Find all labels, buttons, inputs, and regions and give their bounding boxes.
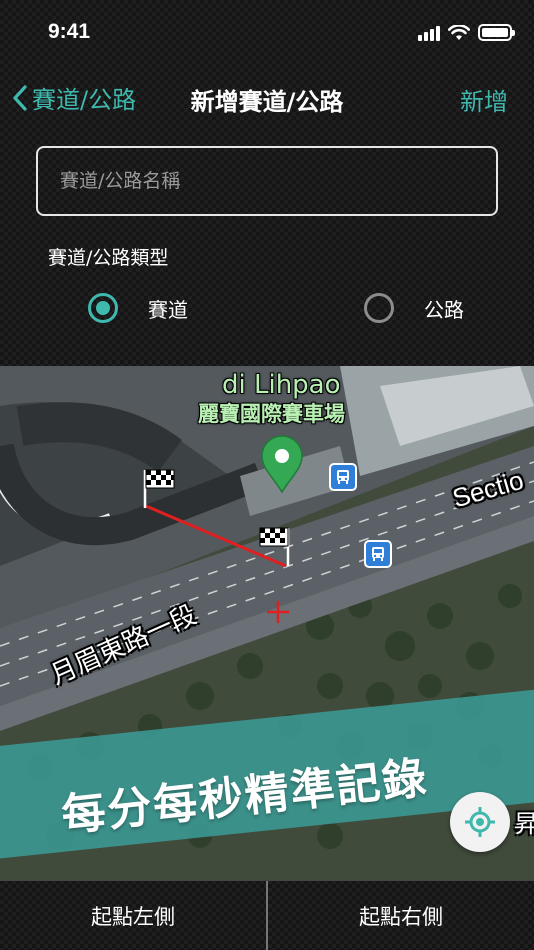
add-button[interactable]: 新增: [460, 82, 508, 117]
radio-road-label: 公路: [424, 297, 464, 322]
track-name-input[interactable]: [36, 146, 498, 216]
locate-button[interactable]: [450, 792, 510, 852]
locate-icon: [465, 807, 495, 837]
map-view[interactable]: di Lihpao 麗寶國際賽車場 月眉東路一段 Sectio 昇 每分每秒精準…: [0, 366, 534, 880]
navigation-bar: 賽道/公路 新增賽道/公路 新增: [0, 70, 534, 126]
status-bar: 9:41: [0, 0, 534, 64]
crosshair-icon: [267, 601, 289, 623]
start-right-button[interactable]: 起點右側: [268, 881, 534, 950]
radio-road[interactable]: 公路: [364, 293, 464, 323]
checkered-flag-icon[interactable]: [142, 468, 178, 510]
radio-checked-icon: [88, 293, 118, 323]
type-label: 賽道/公路類型: [48, 247, 169, 269]
status-icons: [418, 24, 515, 41]
page-title: 新增賽道/公路: [190, 88, 344, 116]
radio-track-label: 賽道: [148, 297, 188, 322]
battery-icon: [478, 24, 515, 41]
checkered-flag-icon[interactable]: [258, 526, 294, 568]
status-time: 9:41: [48, 20, 91, 43]
start-left-button[interactable]: 起點左側: [0, 881, 266, 950]
edge-label: 昇: [514, 810, 534, 838]
bottom-bar: 起點左側 起點右側: [0, 880, 534, 950]
radio-track[interactable]: 賽道: [88, 293, 188, 323]
radio-unchecked-icon: [364, 293, 394, 323]
signal-icon: [418, 25, 440, 41]
wifi-icon: [448, 24, 470, 40]
